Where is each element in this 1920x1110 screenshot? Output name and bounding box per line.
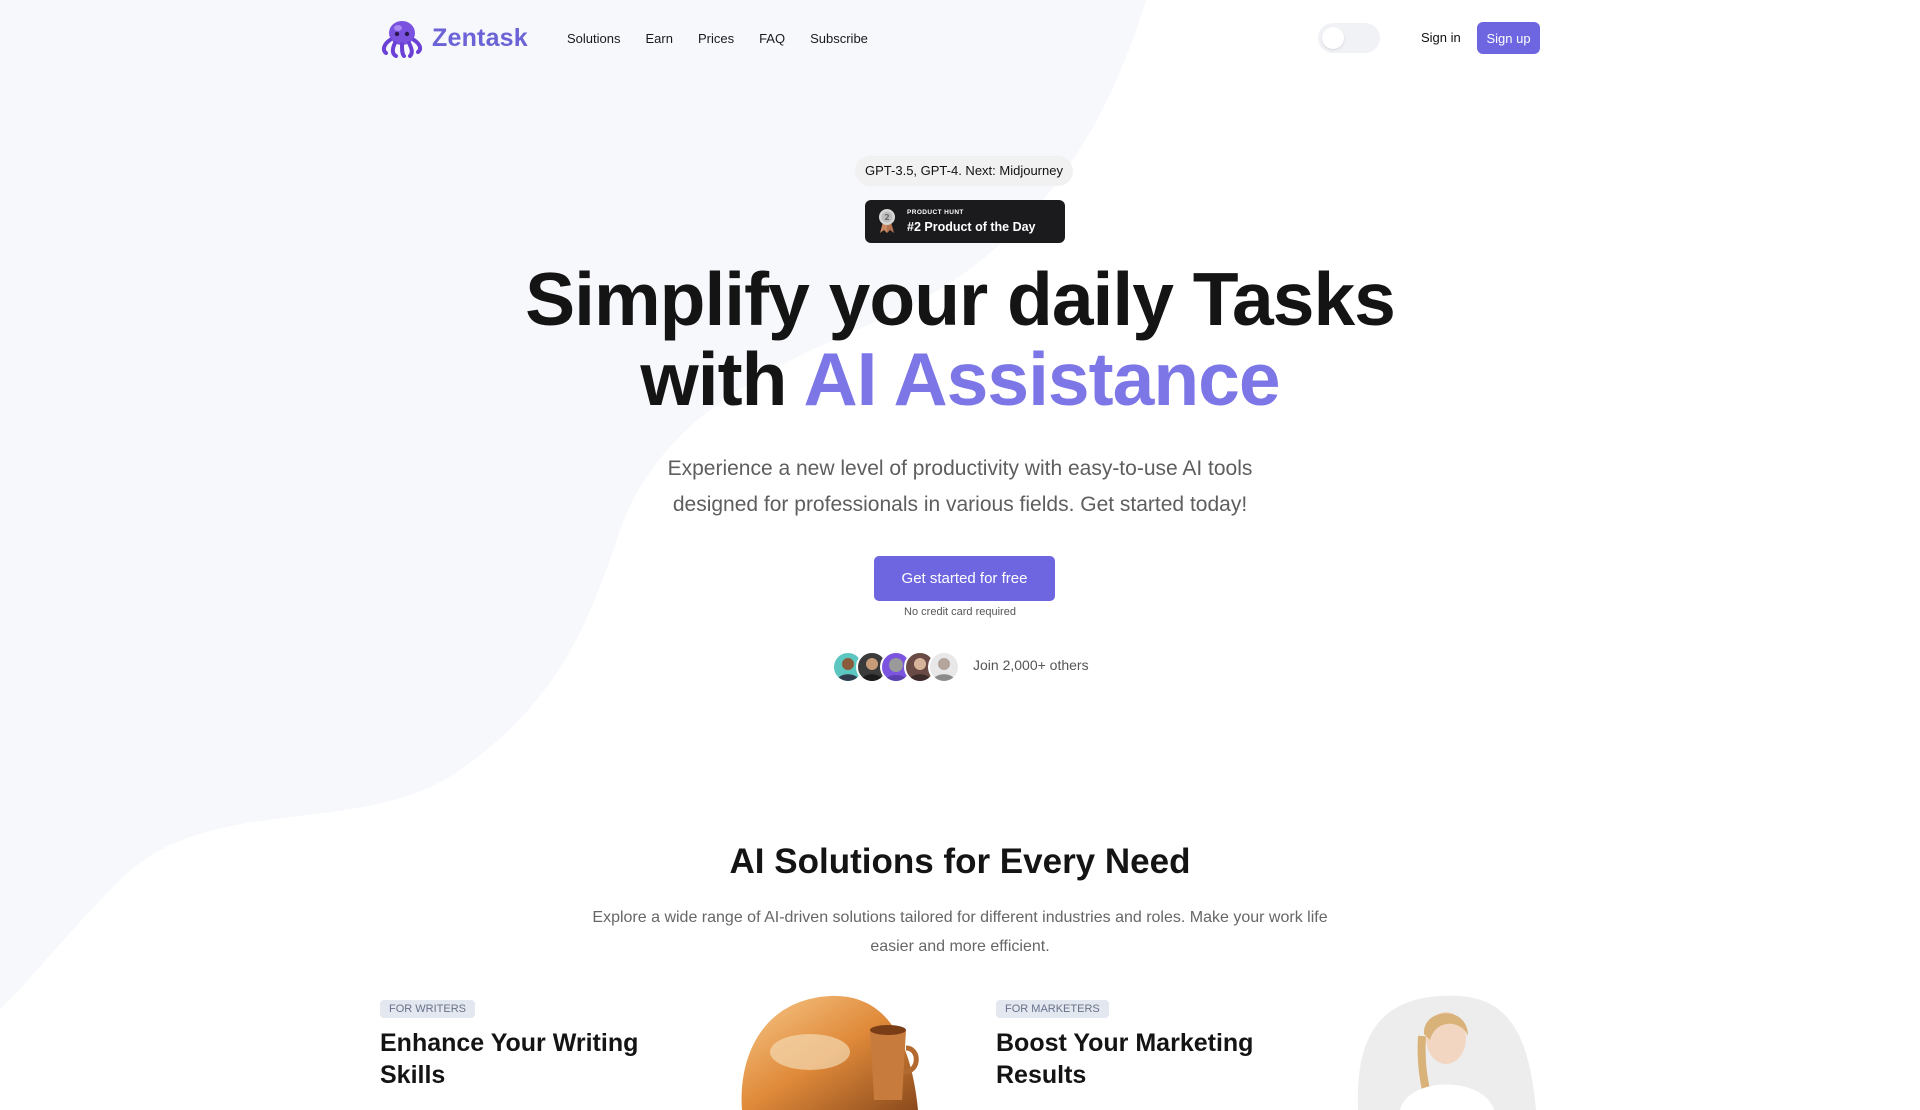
cta-note: No credit card required — [904, 606, 1016, 618]
get-started-button[interactable]: Get started for free — [874, 556, 1055, 601]
product-hunt-badge[interactable]: 2 PRODUCT HUNT #2 Product of the Day — [865, 200, 1065, 243]
nav-link-subscribe[interactable]: Subscribe — [810, 31, 868, 46]
theme-toggle-knob — [1322, 27, 1344, 49]
user-avatars — [832, 651, 962, 685]
hero-subtitle-line-2: designed for professionals in various fi… — [672, 493, 1248, 516]
solutions-subtitle-line-1: Explore a wide range of AI-driven soluti… — [592, 909, 1328, 926]
badge-kicker: PRODUCT HUNT — [907, 209, 964, 216]
sign-up-button[interactable]: Sign up — [1477, 22, 1540, 54]
card-tag-writers: FOR WRITERS — [380, 1000, 475, 1018]
award-medal-icon: 2 — [879, 209, 895, 233]
hero-title-prefix: with — [640, 337, 804, 421]
octopus-logo-icon — [381, 21, 423, 58]
card-title-marketers-line-1: Boost Your Marketing — [996, 1029, 1254, 1057]
hero-subtitle: Experience a new level of productivity w… — [560, 451, 1360, 523]
top-nav: Zentask Solutions Earn Prices FAQ Subscr… — [380, 20, 1540, 58]
models-pill: GPT-3.5, GPT-4. Next: Midjourney — [855, 156, 1073, 186]
brand-logo[interactable]: Zentask — [380, 20, 528, 58]
social-proof-text: Join 2,000+ others — [973, 657, 1089, 673]
nav-link-faq[interactable]: FAQ — [759, 31, 785, 46]
hero-subtitle-line-1: Experience a new level of productivity w… — [667, 457, 1253, 480]
writers-card-image — [741, 995, 919, 1110]
theme-toggle[interactable] — [1318, 23, 1380, 53]
main-menu: Solutions Earn Prices FAQ Subscribe — [567, 20, 868, 56]
svg-text:2: 2 — [884, 213, 890, 222]
card-title-writers-line-1: Enhance Your Writing — [380, 1029, 639, 1057]
nav-link-earn[interactable]: Earn — [645, 31, 672, 46]
nav-link-prices[interactable]: Prices — [698, 31, 734, 46]
hero-title-line-2: with AI Assistance — [0, 336, 1920, 422]
solutions-subtitle: Explore a wide range of AI-driven soluti… — [570, 903, 1350, 961]
hero-title-accent: AI Assistance — [803, 337, 1280, 421]
card-title-writers-line-2: Skills — [380, 1061, 446, 1089]
card-title-marketers-line-2: Results — [996, 1061, 1087, 1089]
hero-title-line-1: Simplify your daily Tasks — [525, 257, 1396, 341]
sign-in-link[interactable]: Sign in — [1421, 20, 1461, 56]
brand-name: Zentask — [432, 23, 528, 52]
solutions-subtitle-line-2: easier and more efficient. — [870, 938, 1050, 955]
avatar — [928, 651, 960, 683]
badge-title: #2 Product of the Day — [907, 220, 1036, 234]
nav-link-solutions[interactable]: Solutions — [567, 31, 620, 46]
solutions-title: AI Solutions for Every Need — [729, 842, 1191, 881]
card-title-marketers[interactable]: Boost Your Marketing Results — [996, 1027, 1296, 1091]
card-tag-marketers: FOR MARKETERS — [996, 1000, 1109, 1018]
card-title-writers[interactable]: Enhance Your Writing Skills — [380, 1027, 680, 1091]
marketers-card-image — [1357, 995, 1536, 1110]
